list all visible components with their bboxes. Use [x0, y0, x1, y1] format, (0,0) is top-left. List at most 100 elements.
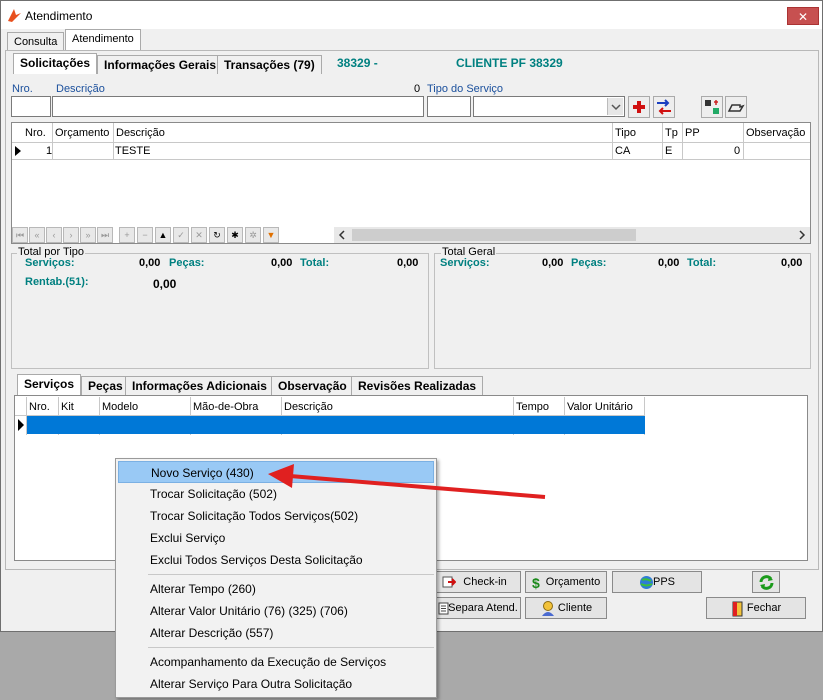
orcamento-button[interactable]: $ Orçamento [525, 571, 607, 593]
tab-atendimento[interactable]: Atendimento [65, 29, 141, 51]
col-tempo: Tempo [516, 401, 550, 413]
menu-item-acompanhamento[interactable]: Acompanhamento da Execução de Serviços [118, 651, 434, 673]
row-pointer-icon [15, 146, 21, 156]
menu-separator [148, 574, 434, 575]
nav-up-icon[interactable]: ▲ [155, 227, 171, 243]
total-por-tipo-panel [11, 253, 429, 369]
geral-pecas-value: 0,00 [658, 257, 680, 269]
nro-input[interactable] [11, 96, 51, 117]
nav-clear-icon[interactable]: ✲ [245, 227, 261, 243]
context-menu: Novo Serviço (430) Trocar Solicitação (5… [115, 458, 437, 698]
menu-item-alterar-descricao[interactable]: Alterar Descrição (557) [118, 622, 434, 644]
refresh-button[interactable] [752, 571, 780, 593]
nav-first-icon[interactable]: ⏮ [12, 227, 28, 243]
tab-pecas[interactable]: Peças [81, 376, 130, 395]
solicitacoes-grid: Nro. Orçamento Descrição Tipo Tp PP Obse… [11, 122, 811, 244]
cliente-button[interactable]: Cliente [525, 597, 607, 619]
nav-delete-icon[interactable]: − [137, 227, 153, 243]
menu-item-trocar-solicitacao[interactable]: Trocar Solicitação (502) [118, 483, 434, 505]
add-icon[interactable] [628, 96, 650, 118]
nav-last-icon[interactable]: ⏭ [97, 227, 113, 243]
menu-item-alterar-valor[interactable]: Alterar Valor Unitário (76) (325) (706) [118, 600, 434, 622]
geral-servicos-label: Serviços: [440, 257, 490, 269]
nav-asterisk-icon[interactable]: ✱ [227, 227, 243, 243]
swap-icon[interactable] [701, 96, 723, 118]
tipo-servico-select[interactable] [473, 96, 625, 117]
menu-item-trocar-todos[interactable]: Trocar Solicitação Todos Serviços(502) [118, 505, 434, 527]
check-in-label: Check-in [463, 576, 507, 588]
col-serv-nro: Nro. [29, 401, 50, 413]
user-icon [542, 601, 554, 616]
menu-separator [148, 647, 434, 648]
menu-item-alterar-tempo[interactable]: Alterar Tempo (260) [118, 578, 434, 600]
transfer-icon[interactable] [653, 96, 675, 118]
tab-informacoes-adicionais[interactable]: Informações Adicionais [125, 376, 274, 395]
col-tp: Tp [665, 127, 678, 139]
nav-cancel-icon[interactable]: ✕ [191, 227, 207, 243]
service-order-code: 38329 - [337, 56, 378, 70]
cell-nro: 1 [46, 145, 53, 157]
table-row[interactable] [27, 416, 645, 434]
check-in-icon [442, 576, 456, 588]
pps-button[interactable]: PPS [612, 571, 702, 593]
scrollbar-thumb[interactable] [352, 229, 636, 241]
chevron-down-icon[interactable] [607, 98, 623, 115]
servicos-label: Serviços: [25, 257, 75, 269]
menu-item-alterar-para-outra[interactable]: Alterar Serviço Para Outra Solicitação [118, 673, 434, 695]
tab-servicos[interactable]: Serviços [17, 374, 82, 395]
tab-informacoes-gerais[interactable]: Informações Gerais [97, 55, 224, 74]
row-pointer-icon [18, 419, 24, 431]
check-in-button[interactable]: Check-in [435, 571, 521, 593]
menu-item-exclui-todos[interactable]: Exclui Todos Serviços Desta Solicitação [118, 549, 434, 571]
nav-refresh-icon[interactable]: ↻ [209, 227, 225, 243]
nav-next-icon[interactable]: › [63, 227, 79, 243]
app-logo-icon [8, 9, 21, 22]
oil-can-icon[interactable] [725, 96, 747, 118]
geral-pecas-label: Peças: [571, 257, 607, 269]
col-kit: Kit [61, 401, 74, 413]
col-modelo: Modelo [102, 401, 139, 413]
nav-prior-icon[interactable]: ‹ [46, 227, 62, 243]
cell-descricao: TESTE [115, 145, 151, 157]
scroll-right-icon[interactable] [797, 230, 807, 240]
rentab-label: Rentab.(51): [25, 276, 89, 288]
refresh-icon [759, 575, 774, 590]
client-name: CLIENTE PF 38329 [456, 56, 563, 70]
nav-insert-icon[interactable]: + [119, 227, 135, 243]
col-tipo: Tipo [615, 127, 636, 139]
tab-transacoes[interactable]: Transações (79) [217, 55, 322, 74]
nro-label: Nro. [12, 83, 33, 95]
col-descricao: Descrição [116, 127, 165, 139]
separa-atend-button[interactable]: Separa Atend. [435, 597, 521, 619]
tab-consulta[interactable]: Consulta [7, 32, 65, 51]
menu-item-exclui-servico[interactable]: Exclui Serviço [118, 527, 434, 549]
tipo-servico-label: Tipo do Serviço [427, 83, 504, 95]
dollar-icon: $ [532, 575, 540, 591]
tab-solicitacoes[interactable]: Solicitações [13, 53, 98, 74]
title-bar: Atendimento ✕ [1, 1, 822, 29]
table-row[interactable]: 1 TESTE CA E 0 [12, 143, 810, 159]
nav-next-page-icon[interactable]: » [80, 227, 96, 243]
fechar-button[interactable]: Fechar [706, 597, 806, 619]
nav-post-icon[interactable]: ✓ [173, 227, 189, 243]
pecas-label: Peças: [169, 257, 205, 269]
scroll-left-icon[interactable] [337, 230, 347, 240]
col-observacao: Observação [746, 127, 806, 139]
col-valor-unitario: Valor Unitário [567, 401, 633, 413]
descricao-label: Descrição [56, 83, 105, 95]
total-geral-panel [434, 253, 811, 369]
close-button[interactable]: ✕ [787, 7, 819, 25]
horizontal-scrollbar[interactable] [334, 227, 810, 243]
descricao-input[interactable] [52, 96, 424, 117]
tab-observacao[interactable]: Observação [271, 376, 354, 395]
separa-atend-label: Separa Atend. [448, 602, 518, 614]
menu-item-novo-servico[interactable]: Novo Serviço (430) [118, 461, 434, 483]
col-nro: Nro. [25, 127, 46, 139]
cell-tipo: CA [615, 145, 631, 157]
tipo-code-input[interactable] [427, 96, 471, 117]
filter-icon[interactable]: ▼ [263, 227, 279, 243]
nav-prior-page-icon[interactable]: « [29, 227, 45, 243]
document-icon [438, 602, 449, 615]
col-orcamento: Orçamento [55, 127, 110, 139]
tab-revisoes[interactable]: Revisões Realizadas [351, 376, 484, 395]
